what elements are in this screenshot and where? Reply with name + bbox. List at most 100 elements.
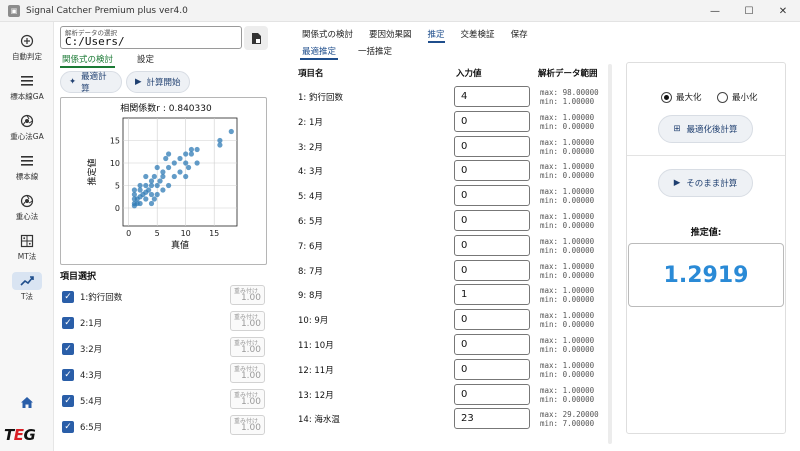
param-input[interactable]: 0 [454,135,530,157]
sidebar-item-label: MT法 [17,252,37,261]
scatter-point [148,178,155,184]
scatter-point [160,173,166,180]
maximize-icon[interactable]: ☐ [732,0,766,22]
scatter-point [154,182,160,189]
close-icon[interactable]: ✕ [766,0,800,22]
param-input[interactable]: 0 [454,383,530,405]
weight-field[interactable]: 重み付け 1.00 [230,389,265,409]
list-icon [17,72,37,90]
main-panel: 関係式の検討 要因効果図 推定 交差検証 保存 最適推定 一括推定 項目名 入力… [296,22,620,451]
param-input[interactable]: 0 [454,334,530,355]
param-input[interactable]: 0 [454,160,530,182]
list-icon [17,152,37,170]
weight-field[interactable]: 重み付け 1.00 [230,337,265,357]
checkbox-checked-icon[interactable]: ✓ [62,317,74,329]
weight-field[interactable]: 重み付け 1.00 [230,415,265,435]
tab-batch-estimate[interactable]: 一括推定 [356,44,394,60]
tab-relation[interactable]: 関係式の検討 [60,52,116,68]
minimize-icon[interactable]: — [698,0,732,22]
scatter-point [194,146,200,153]
scatter-point [154,164,160,171]
as-is-calc-button[interactable]: ▶ そのまま計算 [658,169,753,197]
home-icon[interactable] [17,392,37,412]
item-row[interactable]: ✓ 6:5月 [62,417,102,437]
checkbox-checked-icon[interactable]: ✓ [62,395,74,407]
range-max: max: 1.00000 [540,112,595,122]
sidebar-item-label: 自動判定 [12,52,42,61]
param-input[interactable]: 0 [454,358,530,380]
tab-cross-validation[interactable]: 交差検証 [461,27,495,43]
col-header-name: 項目名 [298,69,324,79]
checkbox-checked-icon[interactable]: ✓ [62,343,74,355]
optimal-calc-button[interactable]: ✦ 最適計算 [60,71,122,94]
item-row[interactable]: ✓ 4:3月 [62,365,102,385]
start-calc-button[interactable]: ▶ 計算開始 [126,71,190,93]
x-axis-label: 真値 [171,239,189,251]
weight-field[interactable]: 重み付け 1.00 [230,285,265,305]
estimate-value: 1.2919 [628,243,784,307]
y-axis-label: 推定値 [86,158,98,185]
data-path-field[interactable]: 解析データの選択 C:/Users/ [60,26,242,49]
scatter-point [143,182,149,189]
param-input[interactable]: 0 [454,309,530,331]
sidebar-item-centroid-ga[interactable]: 重心法GA [0,108,54,146]
weight-value: 1.00 [240,293,261,303]
param-name: 7: 6月 [298,241,323,252]
tab-relation-main[interactable]: 関係式の検討 [302,27,353,43]
item-name: 5:4月 [80,397,103,407]
weight-field[interactable]: 重み付け 1.00 [230,311,265,331]
sidebar-item-sample[interactable]: 標本線 [0,148,54,186]
param-input[interactable]: 0 [454,110,530,132]
sidebar-item-auto[interactable]: 自動判定 [0,28,54,66]
data-path-value: C:/Users/ [65,35,125,48]
scatter-point [151,196,157,202]
item-row[interactable]: ✓ 1:釣行回数 [62,287,122,307]
tab-estimate[interactable]: 推定 [427,27,445,43]
param-input[interactable]: 0 [454,210,530,231]
scatter-point [166,182,172,189]
param-input[interactable]: 0 [454,259,530,281]
range-max: max: 1.00000 [540,162,595,172]
estimate-panel: 最大化 最小化 ⊞ 最適化後計算 ▶ そのまま計算 推定値: 1.2919 [626,62,786,434]
sidebar-item-centroid[interactable]: 重心法 [0,188,54,226]
estimate-label: 推定値: [690,228,722,238]
file-open-icon[interactable] [244,26,268,50]
param-input[interactable]: 1 [454,284,530,306]
param-name: 5: 4月 [298,192,323,203]
minimize-radio[interactable]: 最小化 [717,91,758,103]
sidebar-item-t[interactable]: T法 [0,268,54,306]
item-row[interactable]: ✓ 3:2月 [62,339,102,359]
tab-save[interactable]: 保存 [511,27,528,43]
play-icon: ▶ [135,77,142,87]
divider [627,155,785,156]
checkbox-checked-icon[interactable]: ✓ [62,369,74,381]
scatter-point [137,187,143,193]
param-range: max: 29.20000 min: 7.00000 [540,410,599,428]
param-input[interactable]: 4 [454,86,530,107]
sidebar-item-mt[interactable]: MT法 [0,228,54,266]
tab-settings[interactable]: 設定 [135,52,156,68]
checkbox-checked-icon[interactable]: ✓ [62,421,74,433]
sidebar-item-sample-ga[interactable]: 標本線GA [0,68,54,106]
param-input[interactable]: 0 [454,234,530,256]
sidebar-item-label: 標本線 [15,172,39,181]
x-tick-label: 0 [126,229,131,238]
scatter-point [143,196,149,202]
range-max: max: 1.00000 [540,385,595,395]
checkbox-checked-icon[interactable]: ✓ [62,291,74,303]
param-input[interactable]: 23 [454,408,530,430]
tab-factor-effect[interactable]: 要因効果図 [369,27,412,43]
param-range: max: 1.00000 min: 0.00000 [540,187,594,205]
weight-value: 1.00 [240,371,261,381]
range-max: max: 98.00000 [540,88,599,97]
maximize-radio[interactable]: 最大化 [661,91,702,103]
item-row[interactable]: ✓ 5:4月 [62,391,102,411]
optimize-calc-button[interactable]: ⊞ 最適化後計算 [658,115,753,143]
weight-field[interactable]: 重み付け 1.00 [230,363,265,383]
item-row[interactable]: ✓ 2:1月 [62,313,102,333]
tab-optimal-estimate[interactable]: 最適推定 [300,44,339,60]
scatter-point [131,187,137,193]
vertical-scrollbar[interactable] [608,64,612,444]
param-input[interactable]: 0 [454,185,530,207]
range-min: min: 0.00000 [540,146,595,156]
